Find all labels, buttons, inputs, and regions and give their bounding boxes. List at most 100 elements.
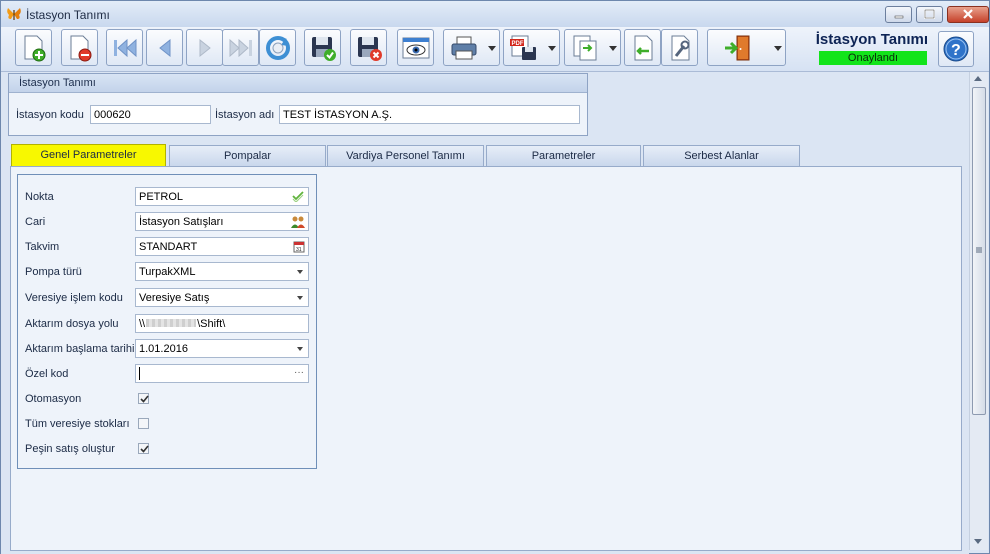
tab-parameters[interactable]: Parametreler [486,145,641,166]
print-button[interactable] [443,29,500,66]
vertical-scrollbar[interactable] [969,72,988,550]
refresh-icon [265,35,290,60]
help-button[interactable]: ? [938,31,974,67]
scroll-up-icon[interactable] [974,76,982,81]
field-label: Aktarım dosya yolu [25,318,119,330]
tab-free-fields[interactable]: Serbest Alanlar [643,145,800,166]
check-icon [140,445,149,453]
chevron-down-icon [548,46,556,51]
preview-button[interactable] [397,29,434,66]
field-label: Nokta [25,191,54,203]
first-record-button[interactable] [106,29,143,66]
credit-transaction-select[interactable]: Veresiye Satış [135,288,309,307]
new-button[interactable] [15,29,52,66]
ellipsis-icon[interactable]: ··· [294,367,304,378]
delete-button[interactable] [61,29,98,66]
calendar-icon[interactable]: 31 [293,240,305,253]
refresh-button[interactable] [259,29,296,66]
exit-button[interactable] [707,29,786,66]
butterfly-icon [7,8,21,20]
create-cash-sale-checkbox[interactable] [138,443,149,454]
next-record-icon [199,38,211,57]
minimize-button[interactable] [885,6,912,23]
text-cursor [139,367,140,380]
save-cancel-button[interactable] [350,29,387,66]
tools-button[interactable] [661,29,698,66]
field-label: Aktarım başlama tarihi [25,343,135,355]
previous-record-icon [158,38,170,57]
automation-checkbox[interactable] [138,393,149,404]
previous-record-button[interactable] [146,29,183,66]
svg-text:31: 31 [296,247,302,253]
account-field[interactable]: İstasyon Satışları [135,212,309,231]
scroll-down-icon[interactable] [974,539,982,544]
svg-text:PDF: PDF [512,41,524,47]
maximize-button[interactable] [916,6,943,23]
first-record-icon [113,38,136,57]
printer-icon [451,36,477,59]
tab-shift-staff[interactable]: Vardiya Personel Tanımı [327,145,484,166]
export-icon [573,35,597,60]
pump-type-value: TurpakXML [139,266,196,278]
checkbox-label: Otomasyon [25,393,82,405]
chevron-down-icon [297,296,303,300]
check-mark-icon[interactable] [292,191,304,202]
special-code-field[interactable]: ··· [135,364,309,383]
checkbox-label: Tüm veresiye stokları [25,418,130,430]
station-groupbox: İstasyon Tanımı İstasyon kodu 000620 İst… [8,73,588,136]
new-document-icon [24,35,45,61]
last-record-icon [229,38,252,57]
station-code-label: İstasyon kodu [16,109,84,121]
transfer-start-date-select[interactable]: 1.01.2016 [135,339,309,358]
next-record-button[interactable] [186,29,223,66]
close-button[interactable] [947,6,989,23]
save-cancel-icon [357,36,382,61]
point-field[interactable]: PETROL [135,187,309,206]
tab-pumps[interactable]: Pompalar [169,145,326,166]
delete-document-icon [70,35,91,61]
station-groupbox-header: İstasyon Tanımı [9,74,587,93]
transfer-path-prefix: \\ [139,318,146,330]
station-name-label: İstasyon adı [215,109,275,121]
field-label: Veresiye işlem kodu [25,292,123,304]
station-name-field[interactable]: TEST İSTASYON A.Ş. [279,105,580,124]
calendar-field[interactable]: STANDART 31 [135,237,309,256]
people-icon[interactable] [291,216,305,228]
point-value: PETROL [139,191,184,203]
close-icon [963,9,973,19]
field-label: Takvim [25,241,60,253]
all-credit-stocks-checkbox[interactable] [138,418,149,429]
check-icon [140,395,149,403]
chevron-down-icon [297,347,303,351]
station-section-title: İstasyon Tanımı [19,77,96,89]
transfer-path-field[interactable]: \\ \Shift\ [135,314,309,333]
field-label: Cari [25,216,46,228]
pump-type-select[interactable]: TurpakXML [135,262,309,281]
import-button[interactable] [624,29,661,66]
transfer-start-date-value: 1.01.2016 [139,343,188,355]
last-record-button[interactable] [222,29,259,66]
save-approve-button[interactable] [304,29,341,66]
maximize-icon [924,9,935,19]
station-code-field[interactable]: 000620 [90,105,211,124]
account-value: İstasyon Satışları [139,216,224,228]
export-button[interactable] [564,29,621,66]
checkbox-label: Peşin satış oluştur [25,443,115,455]
field-label: Pompa türü [25,266,82,278]
calendar-value: STANDART [139,241,198,253]
chevron-down-icon [774,46,782,51]
export-pdf-button[interactable]: PDF [503,29,560,66]
form-title: İstasyon Tanımı [815,31,928,48]
general-parameters-panel: Nokta PETROL Cari İstasyon Satışları Tak… [17,174,317,469]
tab-general-parameters[interactable]: Genel Parametreler [11,144,166,167]
application-window: İstasyon Tanımı PDF İstasyon Tanımı Onay… [0,0,990,554]
pdf-save-icon: PDF [510,35,536,60]
chevron-down-icon [609,46,617,51]
chevron-down-icon [297,270,303,274]
chevron-down-icon [488,46,496,51]
scroll-thumb[interactable] [972,87,986,415]
minimize-icon [894,15,904,19]
help-icon: ? [943,36,969,62]
svg-text:?: ? [951,42,961,59]
save-approve-icon [311,36,336,61]
